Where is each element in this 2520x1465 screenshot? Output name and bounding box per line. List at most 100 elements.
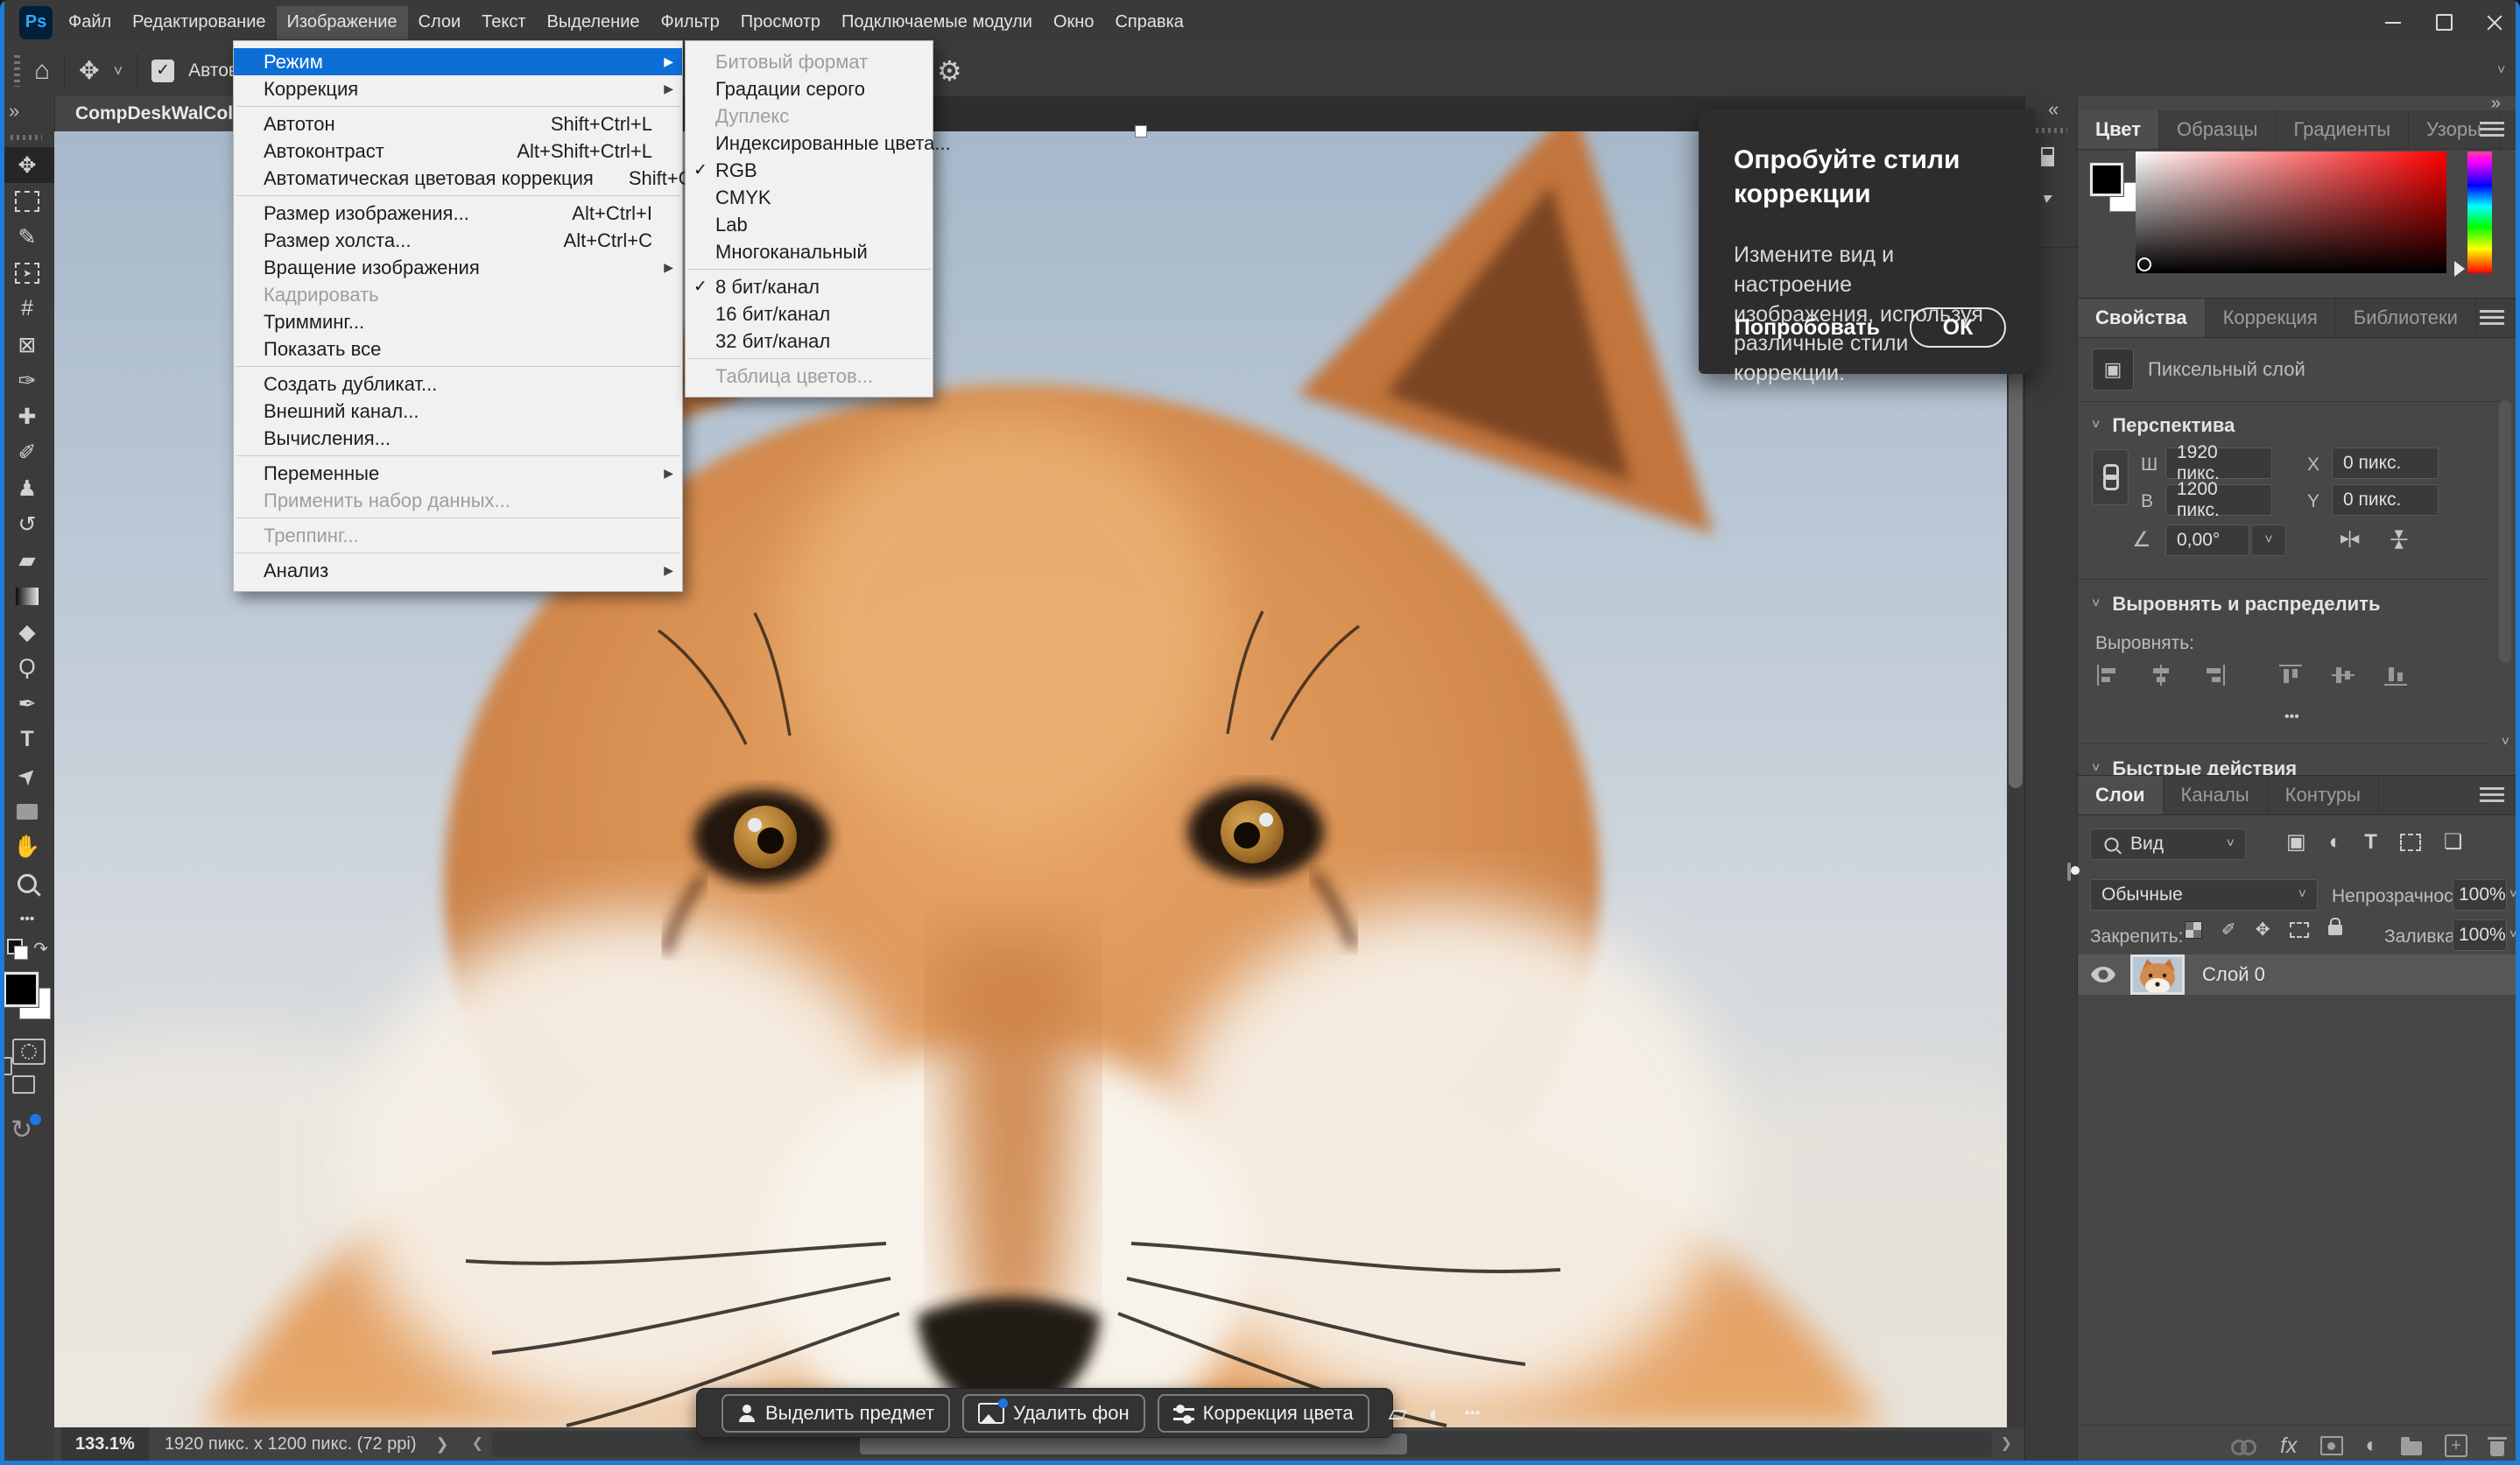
filter-adjustment-layers-icon[interactable]: ◐ xyxy=(2329,832,2342,853)
angle-dropdown[interactable]: ˅ xyxy=(2251,525,2286,556)
properties-panel-menu-icon[interactable] xyxy=(2480,310,2504,327)
status-chevron-icon[interactable]: ❯ xyxy=(436,1436,449,1452)
transform-section-title[interactable]: Перспектива xyxy=(2112,414,2235,437)
rotate-view-button[interactable]: ↻ xyxy=(11,1117,32,1144)
toast-try-button[interactable]: Попробовать xyxy=(1735,315,1880,341)
close-button[interactable] xyxy=(2469,4,2520,42)
select-subject-button[interactable]: Выделить предмет xyxy=(722,1394,950,1433)
submenu-item-32bit[interactable]: 32 бит/канал xyxy=(686,328,933,355)
menu-file[interactable]: Файл xyxy=(58,6,122,39)
filter-smart-objects-icon[interactable]: ❏ xyxy=(2444,832,2463,853)
tab-libraries[interactable]: Библиотеки xyxy=(2336,299,2476,337)
more-tools-button[interactable]: ••• xyxy=(0,901,54,937)
transform-icon[interactable]: ▱ xyxy=(1389,1401,1408,1426)
menu-item-autocolor[interactable]: Автоматическая цветовая коррекцияShift+C… xyxy=(234,165,682,192)
maximize-button[interactable] xyxy=(2418,4,2469,42)
layer-filter-dropdown[interactable]: Вид ˅ xyxy=(2090,828,2246,860)
menu-item-canvas-size[interactable]: Размер холста...Alt+Ctrl+C xyxy=(234,227,682,254)
submenu-item-lab[interactable]: Lab xyxy=(686,211,933,238)
hue-slider-arrow[interactable] xyxy=(2454,261,2465,277)
quick-mask-button[interactable] xyxy=(12,1039,46,1065)
align-section-title[interactable]: Выровнять и распределить xyxy=(2112,593,2380,616)
toast-ok-button[interactable]: ОК xyxy=(1910,307,2006,348)
new-group-icon[interactable] xyxy=(2401,1441,2422,1455)
menu-view[interactable]: Просмотр xyxy=(730,6,831,39)
delete-layer-icon[interactable] xyxy=(2490,1441,2504,1456)
lock-artboard-icon[interactable] xyxy=(2290,922,2309,938)
submenu-item-8bit[interactable]: ✓8 бит/канал xyxy=(686,273,933,300)
tab-adjustments[interactable]: Коррекция xyxy=(2206,299,2336,337)
clone-stamp-tool[interactable]: ♟ xyxy=(0,470,54,506)
type-tool[interactable]: T xyxy=(0,722,54,757)
marquee-tool[interactable] xyxy=(0,183,54,219)
layer-thumbnail[interactable] xyxy=(2130,954,2185,995)
transform-section-chevron-icon[interactable]: ˅ xyxy=(2092,418,2100,433)
align-section-chevron-icon[interactable]: ˅ xyxy=(2092,596,2100,612)
submenu-item-grayscale[interactable]: Градации серого xyxy=(686,75,933,102)
eyedropper-tool[interactable]: ✑ xyxy=(0,363,54,398)
history-brush-tool[interactable]: ↺ xyxy=(0,506,54,542)
menu-item-calculations[interactable]: Вычисления... xyxy=(234,425,682,452)
properties-scroll-down-icon[interactable]: ˅ xyxy=(2502,735,2509,750)
menu-window[interactable]: Окно xyxy=(1043,6,1104,39)
link-layers-icon[interactable] xyxy=(2231,1440,2257,1452)
menu-item-image-size[interactable]: Размер изображения...Alt+Ctrl+I xyxy=(234,200,682,227)
dodge-tool[interactable]: Ϙ xyxy=(0,650,54,686)
tab-properties[interactable]: Свойства xyxy=(2078,299,2206,337)
y-field[interactable]: 0 пикс. xyxy=(2332,484,2439,516)
menu-edit[interactable]: Редактирование xyxy=(122,6,276,39)
menu-item-variables[interactable]: Переменные▶ xyxy=(234,460,682,487)
pen-tool[interactable]: ✒ xyxy=(0,686,54,722)
tab-color[interactable]: Цвет xyxy=(2078,110,2159,149)
lock-transparency-icon[interactable] xyxy=(2185,921,2202,939)
align-left-icon[interactable] xyxy=(2097,665,2120,686)
align-right-icon[interactable] xyxy=(2202,665,2225,686)
color-foreground-swatch[interactable] xyxy=(2090,163,2123,196)
lock-pixels-icon[interactable]: ✐ xyxy=(2221,921,2236,939)
filter-toggle-switch[interactable] xyxy=(2067,863,2071,881)
blend-mode-dropdown[interactable]: Обычные ˅ xyxy=(2090,879,2318,911)
frame-tool[interactable]: ⊠ xyxy=(0,327,54,363)
lock-position-icon[interactable]: ✥ xyxy=(2256,921,2270,939)
tab-paths[interactable]: Контуры xyxy=(2268,776,2379,814)
menu-item-mode[interactable]: Режим▶ xyxy=(234,48,682,75)
submenu-item-cmyk[interactable]: CMYK xyxy=(686,184,933,211)
width-field[interactable]: 1920 пикс. xyxy=(2165,447,2272,479)
submenu-item-multichannel[interactable]: Многоканальный xyxy=(686,238,933,265)
fill-field[interactable]: 100%˅ xyxy=(2453,919,2507,951)
brush-tool[interactable]: ✐ xyxy=(0,434,54,470)
hand-tool[interactable]: ✋ xyxy=(0,829,54,865)
hue-strip[interactable] xyxy=(2467,151,2492,273)
lock-all-icon[interactable] xyxy=(2328,925,2342,935)
tab-gradients[interactable]: Градиенты xyxy=(2276,110,2409,149)
submenu-item-rgb[interactable]: ✓RGB xyxy=(686,157,933,184)
x-field[interactable]: 0 пикс. xyxy=(2332,447,2439,479)
flip-vertical-icon[interactable]: ▸|◂ xyxy=(2391,530,2409,546)
submenu-item-16bit[interactable]: 16 бит/канал xyxy=(686,300,933,328)
align-bottom-icon[interactable] xyxy=(2384,665,2407,686)
transform-handle[interactable] xyxy=(1135,125,1147,137)
submenu-item-indexed-color[interactable]: Индексированные цвета... xyxy=(686,130,933,157)
layer-style-fx-icon[interactable]: fx xyxy=(2280,1433,2297,1459)
menu-item-autocontrast[interactable]: АвтоконтрастAlt+Shift+Ctrl+L xyxy=(234,137,682,165)
remove-background-button[interactable]: Удалить фон xyxy=(962,1394,1145,1433)
menu-type[interactable]: Текст xyxy=(471,6,536,39)
layer-row[interactable]: Слой 0 xyxy=(2078,954,2516,995)
align-more-icon[interactable]: ••• xyxy=(2284,710,2299,724)
filter-shape-layers-icon[interactable] xyxy=(2400,834,2421,851)
filter-pixel-layers-icon[interactable]: ▣ xyxy=(2286,832,2306,853)
height-field[interactable]: 1200 пикс. xyxy=(2165,484,2272,516)
dock-grip[interactable] xyxy=(2036,128,2067,133)
color-panel-menu-icon[interactable] xyxy=(2480,122,2504,138)
new-adjustment-layer-icon[interactable]: ◐ xyxy=(2366,1435,2379,1456)
minimize-button[interactable] xyxy=(2368,4,2418,42)
crop-tool[interactable]: # xyxy=(0,291,54,327)
menu-plugins[interactable]: Подключаемые модули xyxy=(831,6,1043,39)
menu-item-duplicate[interactable]: Создать дубликат... xyxy=(234,370,682,398)
menu-item-apply-image[interactable]: Внешний канал... xyxy=(234,398,682,425)
menu-help[interactable]: Справка xyxy=(1104,6,1193,39)
properties-scrollbar-thumb[interactable] xyxy=(2499,400,2511,663)
angle-field[interactable]: 0,00° xyxy=(2165,525,2249,556)
rectangle-tool[interactable] xyxy=(0,793,54,829)
foreground-color-swatch[interactable] xyxy=(4,972,39,1007)
